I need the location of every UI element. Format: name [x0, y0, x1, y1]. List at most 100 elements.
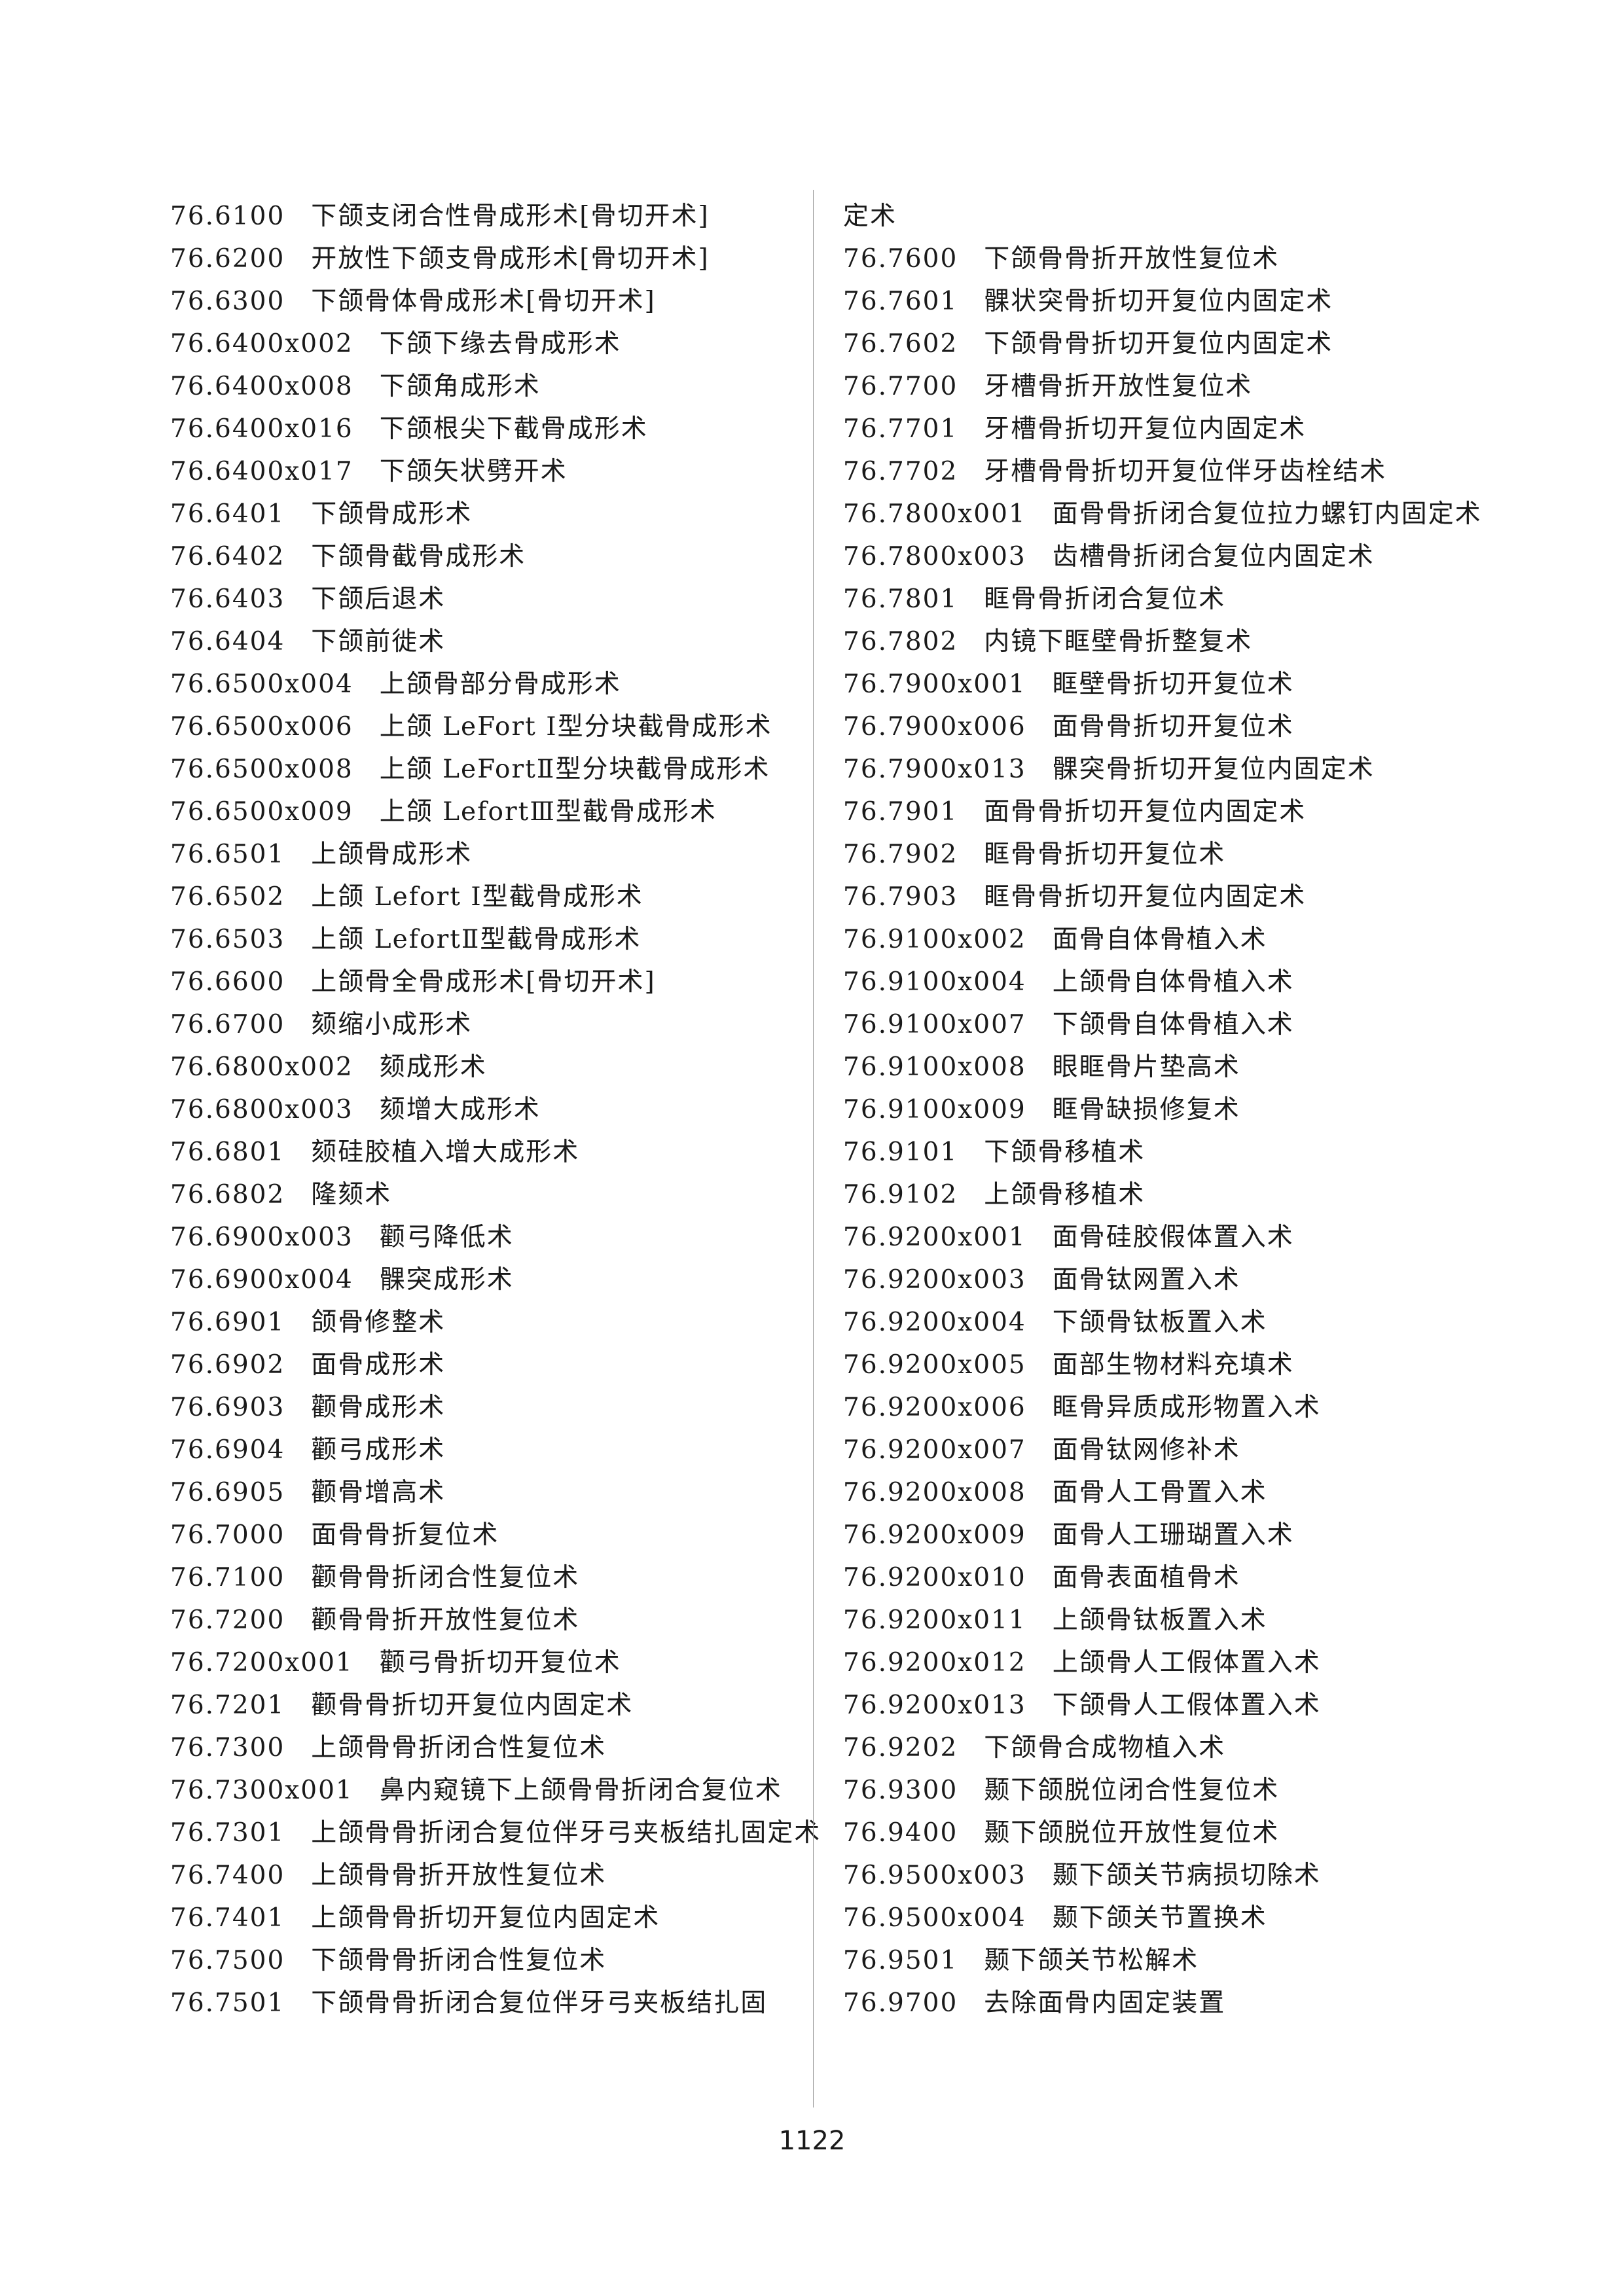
procedure-code: 76.7200: [170, 1605, 285, 1635]
procedure-code: 76.6500x004: [170, 670, 353, 699]
procedure-name: 颧骨骨折切开复位内固定术: [311, 1691, 634, 1720]
procedure-entry: 76.6903 颧骨成形术: [170, 1386, 825, 1429]
procedure-name: 下颌骨钛板置入术: [1052, 1308, 1267, 1337]
procedure-name: 眶壁骨折切开复位术: [1052, 670, 1294, 699]
procedure-entry: 76.6500x009 上颌 LefortⅢ型截骨成形术: [170, 791, 825, 833]
procedure-name: 下颌支闭合性骨成形术[骨切开术]: [311, 202, 710, 231]
procedure-name: 眶骨骨折闭合复位术: [984, 584, 1226, 614]
procedure-code: 76.9200x013: [843, 1691, 1026, 1720]
procedure-name: 下颌后退术: [311, 584, 446, 614]
procedure-code: 76.9102: [843, 1180, 958, 1210]
procedure-code: 76.6503: [170, 925, 285, 954]
procedure-code: 76.7401: [170, 1903, 285, 1933]
procedure-entry: 76.7900x013 髁突骨折切开复位内固定术: [843, 748, 1498, 791]
procedure-entry: 76.7200 颧骨骨折开放性复位术: [170, 1599, 825, 1641]
procedure-name: 上颌骨成形术: [311, 840, 473, 869]
procedure-code: 76.6802: [170, 1180, 285, 1210]
procedure-name: 面骨钛网置入术: [1052, 1265, 1240, 1295]
procedure-name: 眼眶骨片垫高术: [1052, 1052, 1240, 1082]
procedure-name: 髁状突骨折切开复位内固定术: [984, 287, 1333, 316]
procedure-code: 76.7201: [170, 1691, 285, 1720]
procedure-code: 76.6500x006: [170, 712, 353, 742]
procedure-name: 内镜下眶壁骨折整复术: [984, 627, 1253, 656]
procedure-code: 76.7501: [170, 1988, 285, 2018]
procedure-entry: 76.7600 下颌骨骨折开放性复位术: [843, 238, 1498, 280]
procedure-name: 眶骨异质成形物置入术: [1052, 1393, 1321, 1422]
procedure-entry: 76.6700 颏缩小成形术: [170, 1003, 825, 1046]
procedure-name: 颞下颌关节松解术: [984, 1946, 1199, 1975]
procedure-code: 76.9200x012: [843, 1648, 1026, 1677]
procedure-name: 髁突成形术: [379, 1265, 514, 1295]
procedure-entry: 76.9300 颞下颌脱位闭合性复位术: [843, 1769, 1498, 1812]
procedure-code: 76.9200x004: [843, 1308, 1026, 1337]
procedure-name: 颏成形术: [379, 1052, 487, 1082]
procedure-code: 76.6404: [170, 627, 285, 656]
procedure-entry: 76.7902 眶骨骨折切开复位术: [843, 833, 1498, 876]
procedure-name: 下颌骨合成物植入术: [984, 1733, 1226, 1763]
procedure-name: 下颌骨移植术: [984, 1138, 1146, 1167]
procedure-entry: 76.7301 上颌骨骨折闭合复位伴牙弓夹板结扎固定术: [170, 1812, 825, 1854]
procedure-name: 下颌骨骨折切开复位内固定术: [984, 329, 1333, 359]
procedure-entry: 76.6403 下颌后退术: [170, 578, 825, 620]
procedure-name: 颧骨成形术: [311, 1393, 446, 1422]
procedure-name: 上颌骨移植术: [984, 1180, 1146, 1210]
procedure-code: 76.6400x017: [170, 457, 353, 486]
procedure-name: 面骨硅胶假体置入术: [1052, 1223, 1294, 1252]
procedure-name: 面骨钛网修补术: [1052, 1435, 1240, 1465]
procedure-entry: 76.7901 面骨骨折切开复位内固定术: [843, 791, 1498, 833]
procedure-name: 面骨成形术: [311, 1350, 446, 1380]
procedure-name: 颧弓骨折切开复位术: [379, 1648, 621, 1677]
procedure-code: 76.7500: [170, 1946, 285, 1975]
procedure-name: 颞下颌脱位闭合性复位术: [984, 1776, 1280, 1805]
procedure-code: 76.7600: [843, 244, 958, 274]
procedure-name: 面骨骨折闭合复位拉力螺钉内固定术: [1052, 499, 1482, 529]
procedure-entry: 76.6404 下颌前徙术: [170, 620, 825, 663]
column-divider: [813, 190, 814, 2108]
procedure-name: 面骨表面植骨术: [1052, 1563, 1240, 1592]
procedure-entry: 76.7400 上颌骨骨折开放性复位术: [170, 1854, 825, 1897]
procedure-name: 上颌骨自体骨植入术: [1052, 967, 1294, 997]
procedure-entry: 76.7201 颧骨骨折切开复位内固定术: [170, 1684, 825, 1727]
procedure-name: 上颌 LeFortⅡ型分块截骨成形术: [379, 755, 770, 784]
procedure-code: 76.9100x004: [843, 967, 1026, 997]
procedure-entry: 76.6800x002 颏成形术: [170, 1046, 825, 1088]
procedure-entry: 76.6300 下颌骨体骨成形术[骨切开术]: [170, 280, 825, 323]
procedure-code: 76.7000: [170, 1520, 285, 1550]
procedure-entry: 76.9501 颞下颌关节松解术: [843, 1939, 1498, 1982]
procedure-name: 下颌骨截骨成形术: [311, 542, 526, 571]
procedure-code: 76.6300: [170, 287, 285, 316]
procedure-entry: 76.9200x004 下颌骨钛板置入术: [843, 1301, 1498, 1344]
procedure-name: 上颌骨骨折开放性复位术: [311, 1861, 607, 1890]
procedure-code: 76.6403: [170, 584, 285, 614]
procedure-name: 上颌骨人工假体置入术: [1052, 1648, 1321, 1677]
procedure-name: 颧骨骨折闭合性复位术: [311, 1563, 580, 1592]
procedure-code: 76.6500x009: [170, 797, 353, 827]
procedure-entry: 76.6905 颧骨增高术: [170, 1471, 825, 1514]
procedure-code: 76.9500x003: [843, 1861, 1026, 1890]
procedure-entry: 76.6400x016 下颌根尖下截骨成形术: [170, 408, 825, 450]
procedure-entry: 76.7701 牙槽骨折切开复位内固定术: [843, 408, 1498, 450]
procedure-code: 76.9200x006: [843, 1393, 1026, 1422]
procedure-entry: 76.9200x005 面部生物材料充填术: [843, 1344, 1498, 1386]
procedure-entry: 76.6900x003 颧弓降低术: [170, 1216, 825, 1259]
procedure-name: 面骨自体骨植入术: [1052, 925, 1267, 954]
procedure-entry: 76.9400 颞下颌脱位开放性复位术: [843, 1812, 1498, 1854]
procedure-name: 面骨人工珊瑚置入术: [1052, 1520, 1294, 1550]
procedure-entry: 76.7200x001 颧弓骨折切开复位术: [170, 1641, 825, 1684]
procedure-entry: 76.9500x004 颞下颌关节置换术: [843, 1897, 1498, 1939]
procedure-code: 76.9300: [843, 1776, 958, 1805]
procedure-code: 76.9100x002: [843, 925, 1026, 954]
procedure-entry: 76.9100x008 眼眶骨片垫高术: [843, 1046, 1498, 1088]
procedure-code: 76.9200x001: [843, 1223, 1026, 1252]
procedure-name: 下颌骨成形术: [311, 499, 473, 529]
procedure-name: 面骨骨折复位术: [311, 1520, 499, 1550]
procedure-entry: 76.7700 牙槽骨折开放性复位术: [843, 365, 1498, 408]
procedure-code: 76.9100x008: [843, 1052, 1026, 1082]
procedure-entry: 76.6200 开放性下颌支骨成形术[骨切开术]: [170, 238, 825, 280]
procedure-name: 上颌骨骨折闭合复位伴牙弓夹板结扎固定术: [311, 1818, 821, 1848]
procedure-code: 76.6900x003: [170, 1223, 353, 1252]
procedure-entry: 76.6402 下颌骨截骨成形术: [170, 535, 825, 578]
procedure-name: 颧弓降低术: [379, 1223, 514, 1252]
procedure-entry: 76.6400x002 下颌下缘去骨成形术: [170, 323, 825, 365]
procedure-name: 下颌骨骨折开放性复位术: [984, 244, 1280, 274]
